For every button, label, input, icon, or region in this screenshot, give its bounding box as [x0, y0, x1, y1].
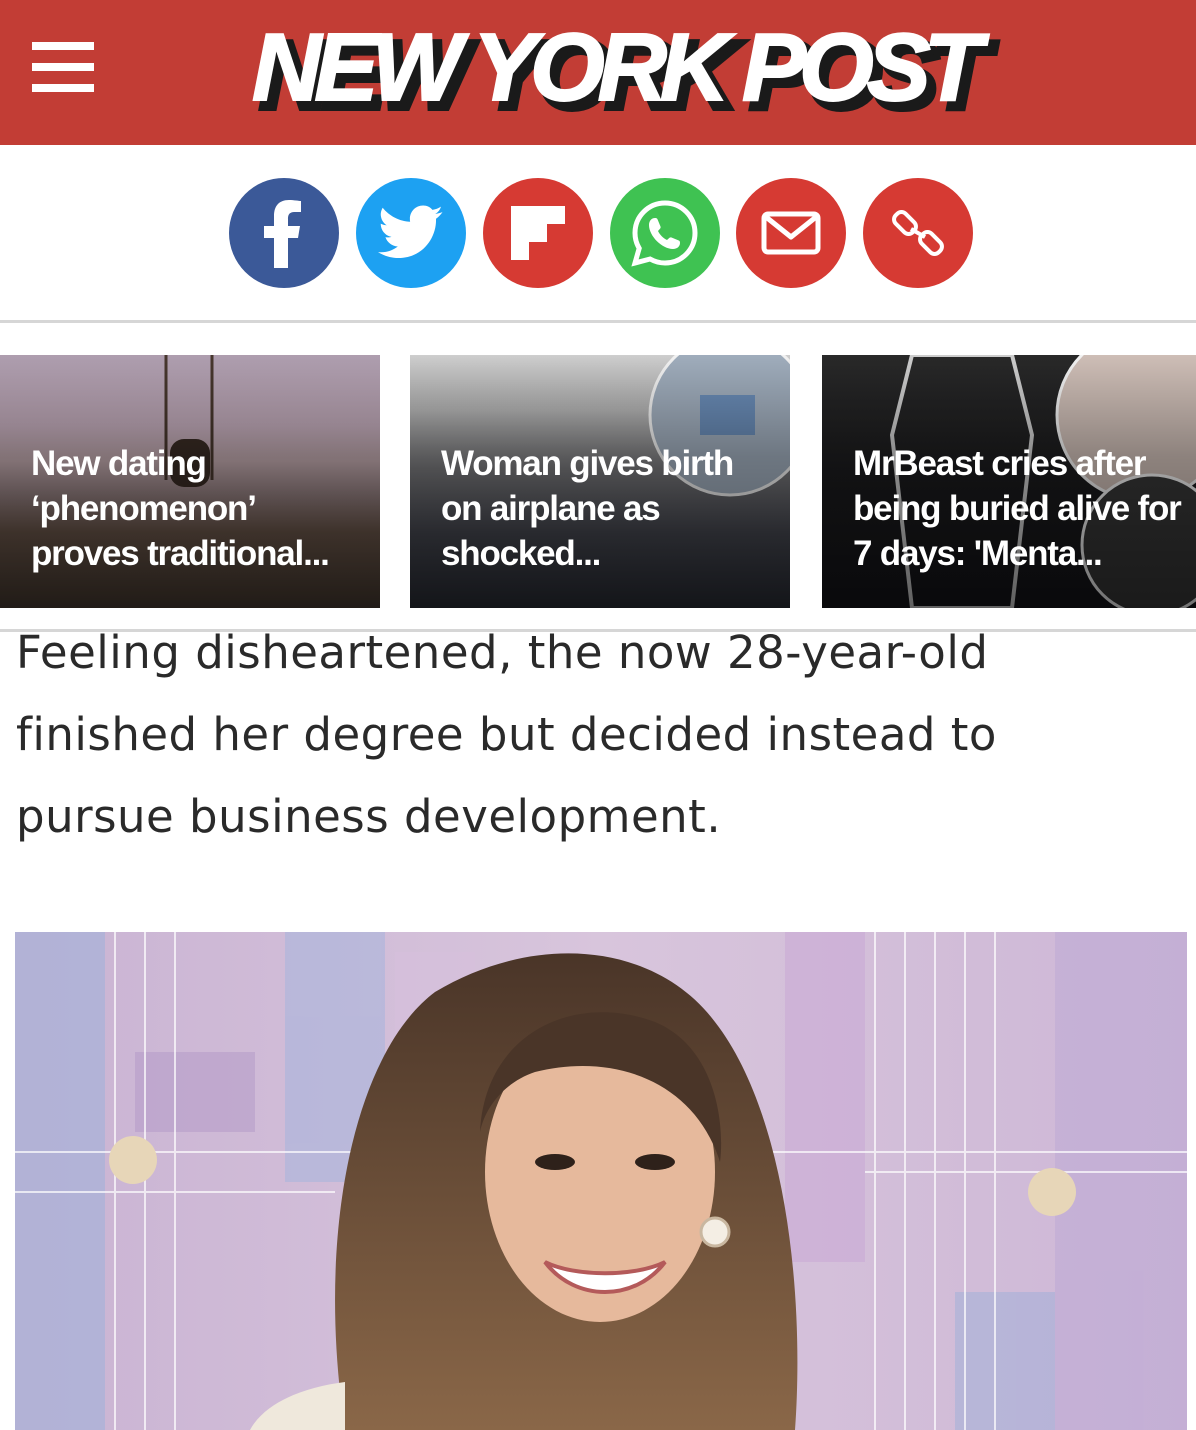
- article-photo: [15, 932, 1187, 1430]
- story-title: Woman gives birth on airplane as shocked…: [441, 444, 734, 573]
- article-line: pursue business development.: [16, 790, 722, 843]
- related-story-card[interactable]: MrBeast cries after being buried alive f…: [822, 355, 1196, 608]
- facebook-share-button[interactable]: [229, 178, 339, 288]
- story-title: MrBeast cries after being buried alive f…: [853, 444, 1182, 573]
- email-icon: [761, 211, 821, 255]
- flipboard-share-button[interactable]: [483, 178, 593, 288]
- link-icon: [892, 210, 944, 256]
- divider: [0, 629, 1196, 632]
- twitter-share-button[interactable]: [356, 178, 466, 288]
- article-body: Feeling disheartened, the now 28-year-ol…: [16, 612, 1176, 858]
- site-header: NEW YORK POST NEW YORK POST: [0, 0, 1196, 145]
- email-share-button[interactable]: [736, 178, 846, 288]
- whatsapp-icon: [631, 200, 698, 267]
- whatsapp-share-button[interactable]: [610, 178, 720, 288]
- related-story-card[interactable]: New dating ‘phenomenon’ proves tradition…: [0, 355, 380, 608]
- logo-text: NEW YORK POST: [251, 13, 983, 122]
- copy-link-button[interactable]: [863, 178, 973, 288]
- twitter-icon: [378, 205, 443, 259]
- photo-graphic: [15, 932, 1187, 1430]
- menu-icon[interactable]: [32, 42, 94, 92]
- facebook-icon: [264, 200, 301, 268]
- divider: [0, 320, 1196, 323]
- share-bar: [0, 145, 1196, 321]
- article-line: finished her degree but decided instead …: [16, 708, 997, 761]
- story-title: New dating ‘phenomenon’ proves tradition…: [31, 444, 330, 573]
- site-logo[interactable]: NEW YORK POST NEW YORK POST: [251, 8, 993, 132]
- related-story-card[interactable]: Woman gives birth on airplane as shocked…: [410, 355, 790, 608]
- flipboard-icon: [511, 206, 565, 260]
